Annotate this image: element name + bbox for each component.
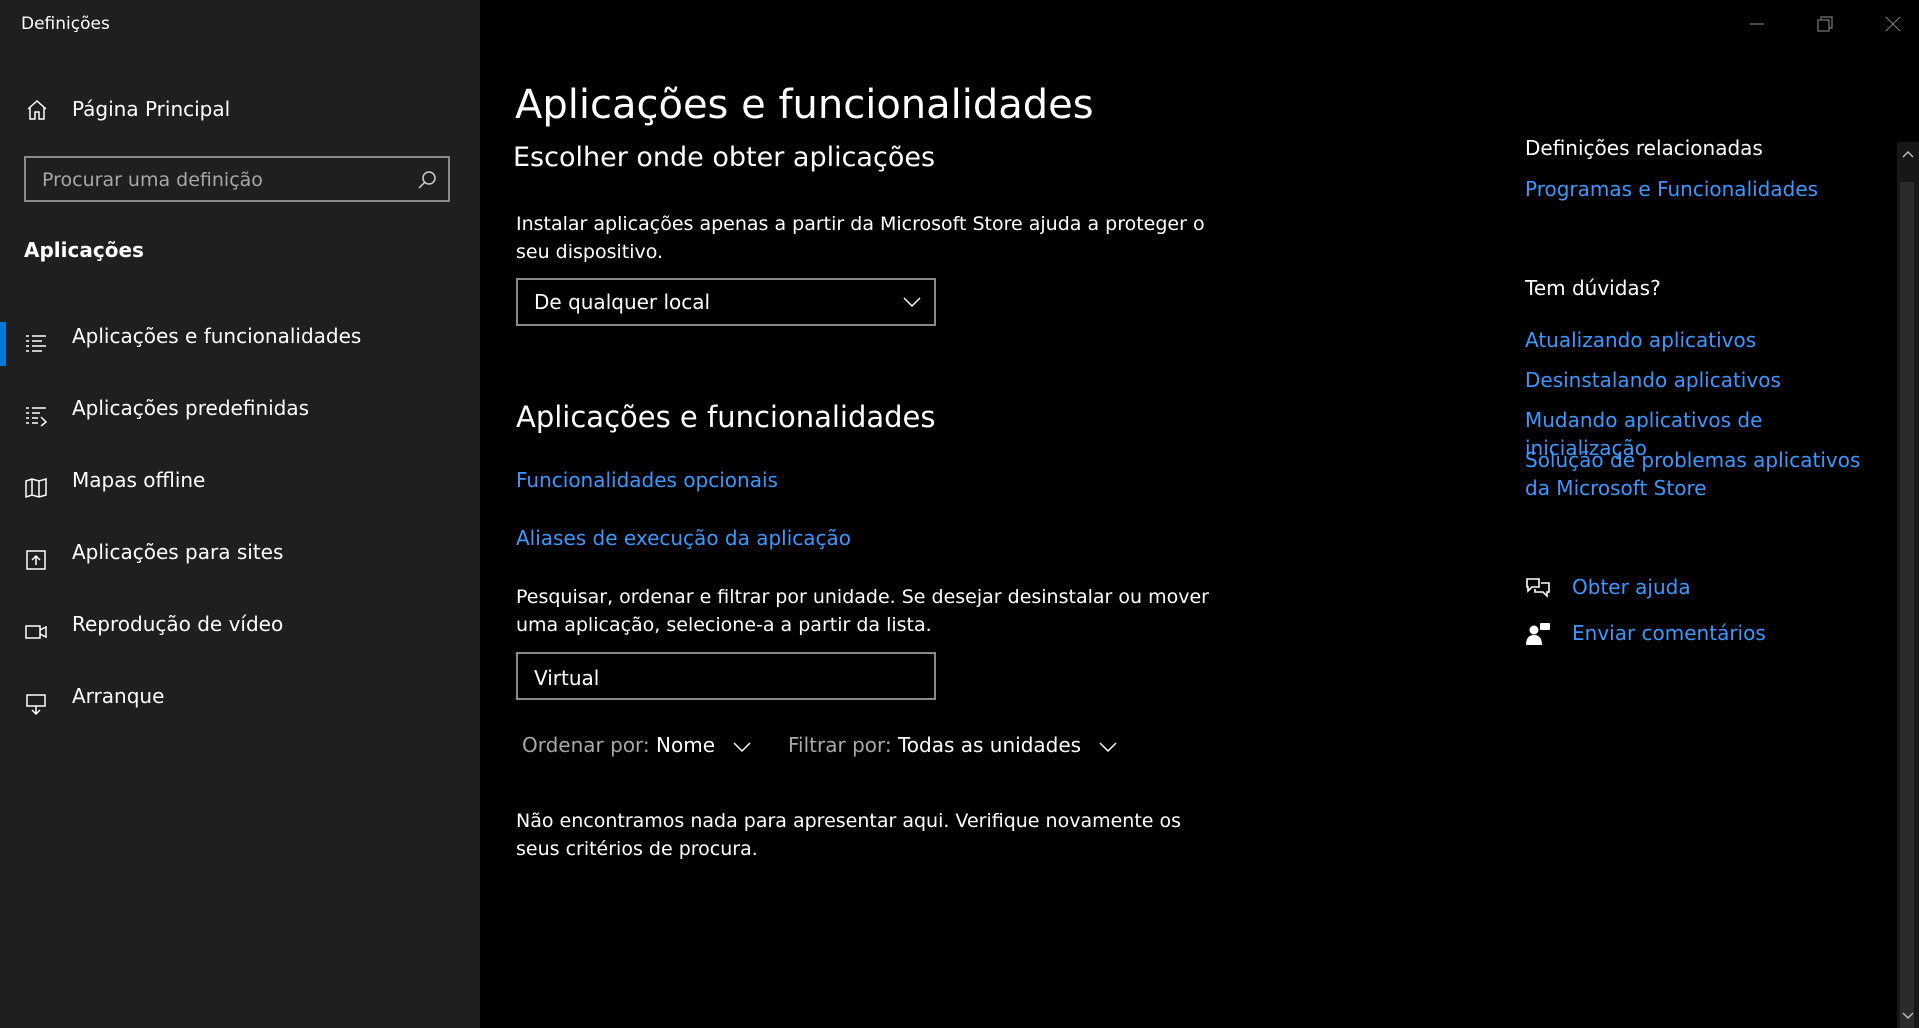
app-search-input[interactable] — [532, 664, 916, 692]
install-description: Instalar aplicações apenas a partir da M… — [516, 213, 1205, 263]
scrollbar-thumb[interactable] — [1900, 182, 1914, 1028]
settings-search-box[interactable] — [24, 156, 450, 202]
sidebar-item-label: Aplicações predefinidas — [72, 396, 310, 420]
sort-value: Nome — [656, 733, 716, 757]
sidebar-item-label: Aplicações e funcionalidades — [72, 324, 362, 348]
restore-icon[interactable] — [1813, 12, 1837, 36]
chevron-down-icon — [1099, 741, 1117, 752]
help-link-uninstalling-apps[interactable]: Desinstalando aplicativos — [1525, 366, 1875, 394]
window-title: Definições — [21, 14, 110, 34]
scroll-down-icon[interactable] — [1900, 1008, 1916, 1024]
send-feedback-link[interactable]: Enviar comentários — [1572, 621, 1766, 645]
chevron-down-icon — [903, 297, 921, 308]
sidebar-item-label: Arranque — [72, 684, 165, 708]
sidebar-item-video-playback[interactable]: Reprodução de vídeo — [0, 598, 480, 670]
apps-websites-icon — [26, 550, 46, 570]
search-description: Pesquisar, ordenar e filtrar por unidade… — [516, 586, 1209, 636]
sidebar-item-default-apps[interactable]: Aplicações predefinidas — [0, 382, 480, 454]
video-icon — [25, 625, 47, 639]
empty-results-message: Não encontramos nada para apresentar aqu… — [516, 810, 1182, 860]
sort-label: Ordenar por: — [522, 733, 650, 757]
get-help-row[interactable]: Obter ajuda — [1525, 573, 1875, 603]
vertical-scrollbar[interactable] — [1897, 142, 1919, 1028]
filter-by-control[interactable]: Filtrar por: Todas as unidades — [788, 733, 1117, 757]
chevron-down-icon — [733, 741, 751, 752]
sidebar: Definições Página Principal Aplicações A… — [0, 0, 480, 1028]
minimize-icon[interactable] — [1745, 12, 1769, 36]
sidebar-item-offline-maps[interactable]: Mapas offline — [0, 454, 480, 526]
sidebar-item-label: Página Principal — [72, 97, 231, 121]
optional-features-link[interactable]: Funcionalidades opcionais — [516, 468, 778, 492]
help-link-updating-apps[interactable]: Atualizando aplicativos — [1525, 326, 1875, 354]
default-apps-icon — [26, 407, 48, 427]
page-title: Aplicações e funcionalidades — [515, 82, 1094, 128]
search-icon[interactable] — [416, 169, 438, 191]
app-execution-aliases-link[interactable]: Aliases de execução da aplicação — [516, 526, 851, 550]
programs-features-link[interactable]: Programas e Funcionalidades — [1525, 175, 1875, 203]
related-settings-title: Definições relacionadas — [1525, 136, 1763, 160]
feedback-icon — [1526, 623, 1550, 645]
filter-value: Todas as unidades — [897, 733, 1082, 757]
app-source-dropdown[interactable]: De qualquer local — [516, 278, 936, 326]
questions-title: Tem dúvidas? — [1525, 276, 1661, 300]
dropdown-value: De qualquer local — [534, 290, 711, 314]
sidebar-item-label: Aplicações para sites — [72, 540, 284, 564]
help-link-store-troubleshoot[interactable]: Solução de problemas aplicativos da Micr… — [1525, 446, 1875, 502]
chat-help-icon — [1526, 578, 1550, 598]
map-icon — [25, 478, 47, 499]
scroll-up-icon[interactable] — [1900, 146, 1916, 162]
apps-features-heading: Aplicações e funcionalidades — [516, 400, 936, 434]
close-icon[interactable] — [1881, 12, 1905, 36]
feedback-row[interactable]: Enviar comentários — [1525, 619, 1875, 649]
sidebar-item-startup[interactable]: Arranque — [0, 670, 480, 742]
sidebar-item-label: Mapas offline — [72, 468, 206, 492]
apps-list-icon — [26, 335, 46, 352]
home-icon — [27, 99, 47, 120]
sidebar-item-apps-features[interactable]: Aplicações e funcionalidades — [0, 310, 480, 382]
choose-source-heading: Escolher onde obter aplicações — [513, 142, 936, 173]
sidebar-item-label: Reprodução de vídeo — [72, 612, 284, 636]
sidebar-nav-list: Aplicações e funcionalidades Aplicações … — [0, 310, 480, 742]
sidebar-item-home[interactable]: Página Principal — [0, 88, 480, 132]
sort-by-control[interactable]: Ordenar por: Nome — [522, 733, 751, 757]
sidebar-section-label: Aplicações — [24, 238, 144, 262]
window-controls — [1709, 0, 1919, 48]
sidebar-item-apps-websites[interactable]: Aplicações para sites — [0, 526, 480, 598]
startup-icon — [26, 694, 46, 716]
filter-label: Filtrar por: — [788, 733, 892, 757]
settings-search-input[interactable] — [40, 166, 404, 194]
app-search-box[interactable] — [516, 652, 936, 700]
get-help-link[interactable]: Obter ajuda — [1572, 575, 1691, 599]
